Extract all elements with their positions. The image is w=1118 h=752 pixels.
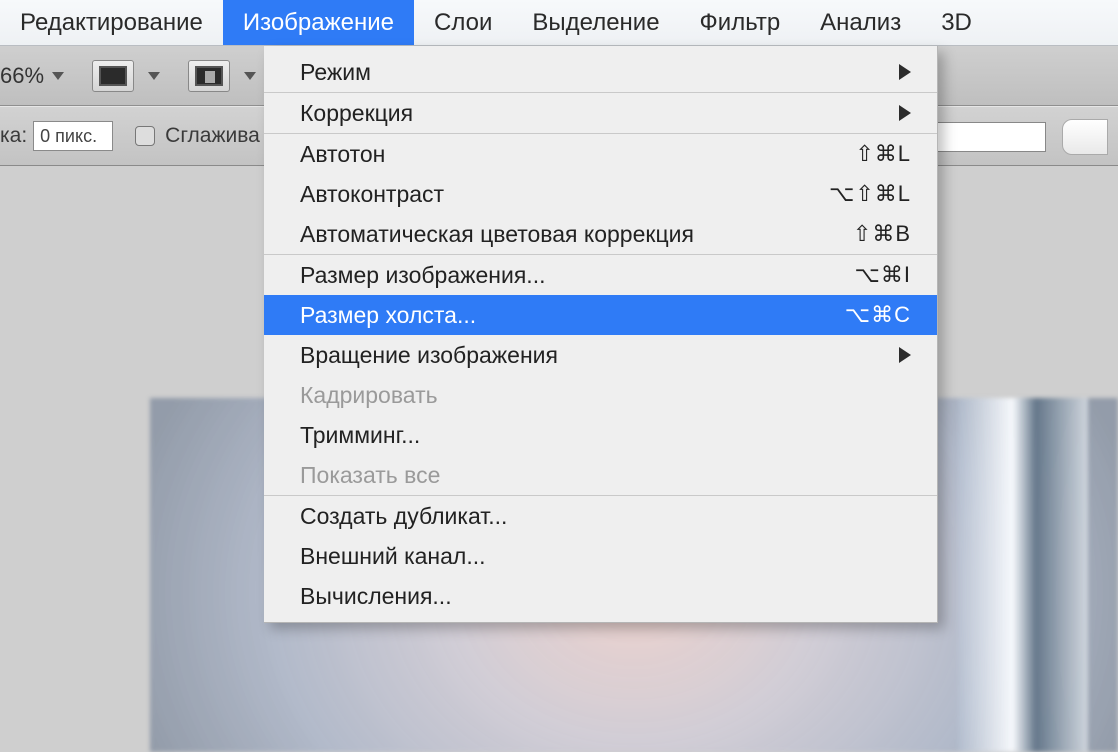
menu-item-label: Вращение изображения <box>300 342 558 369</box>
menu-layers-label: Слои <box>434 9 492 37</box>
menu-item: Показать все <box>264 455 937 495</box>
menu-item-label: Внешний канал... <box>300 543 486 570</box>
menu-item[interactable]: Размер изображения... ⌥⌘I <box>264 255 937 295</box>
menu-item-label: Создать дубликат... <box>300 503 507 530</box>
menu-item[interactable]: Автотон ⇧⌘L <box>264 134 937 174</box>
feather-input[interactable] <box>33 121 113 151</box>
color-swatch[interactable] <box>936 122 1046 152</box>
menu-3d-label: 3D <box>941 9 972 37</box>
menu-edit[interactable]: Редактирование <box>0 0 223 45</box>
menu-item[interactable]: Тримминг... <box>264 415 937 455</box>
submenu-arrow-icon <box>899 347 911 363</box>
menu-item-label: Режим <box>300 59 371 86</box>
menu-item[interactable]: Вычисления... <box>264 576 937 616</box>
menu-item-label: Размер изображения... <box>300 262 545 289</box>
menu-item-shortcut: ⌥⇧⌘L <box>829 181 911 207</box>
menu-image[interactable]: Изображение <box>223 0 414 45</box>
menu-item-shortcut: ⇧⌘B <box>853 221 911 247</box>
menu-item-label: Коррекция <box>300 100 413 127</box>
menu-item[interactable]: Автоконтраст ⌥⇧⌘L <box>264 174 937 214</box>
menu-item-label: Вычисления... <box>300 583 452 610</box>
menubar: Редактирование Изображение Слои Выделени… <box>0 0 1118 46</box>
menu-item: Кадрировать <box>264 375 937 415</box>
zoom-value: 66% <box>0 63 44 89</box>
menu-item[interactable]: Режим <box>264 52 937 92</box>
submenu-arrow-icon <box>899 105 911 121</box>
zoom-dropdown[interactable]: 66% <box>0 63 74 89</box>
menu-filter[interactable]: Фильтр <box>680 0 801 45</box>
menu-layers[interactable]: Слои <box>414 0 512 45</box>
menu-item[interactable]: Вращение изображения <box>264 335 937 375</box>
menu-item[interactable]: Внешний канал... <box>264 536 937 576</box>
menu-item[interactable]: Автоматическая цветовая коррекция ⇧⌘B <box>264 214 937 254</box>
caret-down-icon[interactable] <box>148 72 160 80</box>
screen-mode-1-icon <box>99 66 127 86</box>
menu-item[interactable]: Коррекция <box>264 93 937 133</box>
submenu-arrow-icon <box>899 64 911 80</box>
menu-item[interactable]: Создать дубликат... <box>264 496 937 536</box>
anti-alias-label: Сглажива <box>165 124 260 148</box>
menu-select[interactable]: Выделение <box>512 0 679 45</box>
menu-item-shortcut: ⇧⌘L <box>855 141 911 167</box>
image-menu-dropdown: Режим Коррекция Автотон ⇧⌘L Автоконтраст ⌥⇧⌘L… <box>264 46 938 623</box>
menu-edit-label: Редактирование <box>20 9 203 37</box>
menu-item-label: Автоконтраст <box>300 181 444 208</box>
menu-item-label: Тримминг... <box>300 422 420 449</box>
options-right-button[interactable] <box>1062 119 1108 155</box>
menu-filter-label: Фильтр <box>700 9 781 37</box>
menu-select-label: Выделение <box>532 9 659 37</box>
screen-mode-2-icon <box>195 66 223 86</box>
screen-mode-1-button[interactable] <box>92 60 134 92</box>
menu-item-label: Кадрировать <box>300 382 438 409</box>
screen-mode-2-button[interactable] <box>188 60 230 92</box>
menu-item-label: Автоматическая цветовая коррекция <box>300 221 694 248</box>
menu-analysis-label: Анализ <box>820 9 901 37</box>
menu-item-shortcut: ⌥⌘I <box>855 262 911 288</box>
menu-analysis[interactable]: Анализ <box>800 0 921 45</box>
caret-down-icon <box>52 72 64 80</box>
menu-3d[interactable]: 3D <box>921 0 992 45</box>
menu-image-label: Изображение <box>243 9 394 37</box>
anti-alias-checkbox[interactable] <box>135 126 155 146</box>
menu-item-label: Показать все <box>300 462 440 489</box>
menu-item[interactable]: Размер холста... ⌥⌘C <box>264 295 937 335</box>
menu-item-label: Автотон <box>300 141 385 168</box>
feather-label: ка: <box>0 124 27 148</box>
caret-down-icon[interactable] <box>244 72 256 80</box>
menu-item-label: Размер холста... <box>300 302 476 329</box>
menu-item-shortcut: ⌥⌘C <box>845 302 911 328</box>
